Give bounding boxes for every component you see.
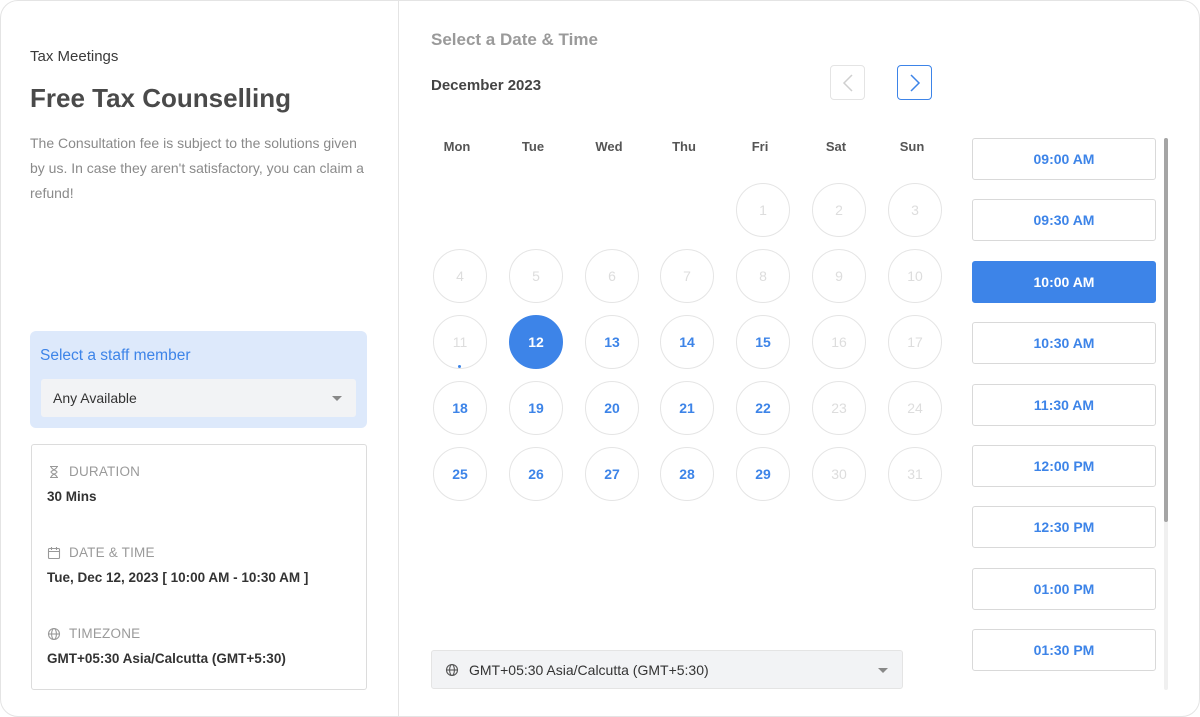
time-slot[interactable]: 11:30 AM (972, 383, 1156, 426)
weekday-label: Sun (899, 139, 925, 154)
calendar-day[interactable]: 27 (585, 447, 639, 501)
calendar-day-selected[interactable]: 12 (509, 315, 563, 369)
calendar-icon (47, 546, 61, 559)
booking-summary: DURATION 30 Mins DATE & TIME Tue, Dec 12… (31, 444, 367, 690)
calendar-day: 9 (812, 249, 866, 303)
hourglass-icon (50, 465, 58, 478)
timezone-select[interactable]: GMT+05:30 Asia/Calcutta (GMT+5:30) (431, 650, 903, 689)
calendar-day[interactable]: 29 (736, 447, 790, 501)
calendar-day[interactable]: 14 (660, 315, 714, 369)
weekday-label: Tue (521, 139, 545, 154)
time-slot[interactable]: 12:30 PM (972, 506, 1156, 549)
today-indicator (458, 365, 461, 368)
caret-down-icon (332, 396, 342, 401)
calendar-day[interactable]: 20 (585, 381, 639, 435)
calendar-day: 10 (888, 249, 942, 303)
time-slot[interactable]: 09:30 AM (972, 199, 1156, 242)
calendar-day: 17 (888, 315, 942, 369)
time-slot[interactable]: 01:00 PM (972, 567, 1156, 610)
timezone-select-value: GMT+05:30 Asia/Calcutta (GMT+5:30) (469, 662, 709, 678)
calendar-day: 8 (736, 249, 790, 303)
duration-label: DURATION (69, 464, 141, 479)
weekday-label: Mon (443, 139, 471, 154)
staff-section: Select a staff member Any Available (30, 331, 367, 428)
staff-label: Select a staff member (40, 347, 191, 364)
weekday-label: Sat (825, 139, 847, 154)
time-slot[interactable]: 09:00 AM (972, 138, 1156, 180)
weekday-label: Thu (672, 139, 696, 154)
globe-icon (47, 627, 61, 640)
time-slot[interactable]: 12:00 PM (972, 445, 1156, 487)
staff-select[interactable]: Any Available (41, 379, 356, 417)
chevron-left-icon (842, 73, 853, 92)
calendar-day: 4 (433, 249, 487, 303)
calendar-day[interactable]: 28 (660, 447, 714, 501)
calendar-day: 24 (888, 381, 942, 435)
month-label: December 2023 (431, 77, 542, 94)
slot-scrollbar-thumb[interactable] (1164, 138, 1168, 522)
event-info-panel: Tax Meetings Free Tax Counselling The Co… (1, 1, 398, 716)
calendar-day: 16 (812, 315, 866, 369)
timezone-label: TIMEZONE (69, 626, 141, 641)
time-slot[interactable]: 10:30 AM (972, 322, 1156, 365)
datetime-value: Tue, Dec 12, 2023 [ 10:00 AM - 10:30 AM … (47, 570, 309, 585)
time-slot-selected[interactable]: 10:00 AM (972, 260, 1156, 303)
calendar-day[interactable]: 22 (736, 381, 790, 435)
summary-timezone: TIMEZONE GMT+05:30 Asia/Calcutta (GMT+5:… (47, 626, 286, 666)
duration-value: 30 Mins (47, 489, 97, 504)
weekday-label: Wed (595, 139, 623, 154)
time-slot[interactable]: 01:30 PM (972, 629, 1156, 672)
event-category: Tax Meetings (30, 48, 119, 65)
summary-duration: DURATION 30 Mins (47, 464, 140, 504)
calendar-day: 5 (509, 249, 563, 303)
calendar-day: 31 (888, 447, 942, 501)
summary-datetime: DATE & TIME Tue, Dec 12, 2023 [ 10:00 AM… (47, 545, 308, 585)
section-heading: Select a Date & Time (431, 30, 598, 49)
calendar-day[interactable]: 26 (509, 447, 563, 501)
weekday-label: Fri (751, 139, 769, 154)
timezone-value: GMT+05:30 Asia/Calcutta (GMT+5:30) (47, 651, 286, 666)
booking-widget: Tax Meetings Free Tax Counselling The Co… (0, 0, 1200, 717)
calendar-day[interactable]: 25 (433, 447, 487, 501)
datetime-label: DATE & TIME (69, 545, 155, 560)
calendar-day: 6 (585, 249, 639, 303)
calendar-day: 2 (812, 183, 866, 237)
caret-down-icon (878, 668, 888, 673)
calendar-day: 1 (736, 183, 790, 237)
calendar-day: 11 (433, 315, 487, 369)
panel-divider (398, 1, 399, 716)
calendar-day[interactable]: 19 (509, 381, 563, 435)
calendar-day[interactable]: 15 (736, 315, 790, 369)
prev-month-button[interactable] (830, 65, 865, 100)
chevron-right-icon (909, 73, 920, 92)
next-month-button[interactable] (897, 65, 932, 100)
calendar-day: 23 (812, 381, 866, 435)
staff-select-value: Any Available (53, 390, 137, 406)
calendar-day[interactable]: 21 (660, 381, 714, 435)
calendar-day: 3 (888, 183, 942, 237)
calendar-day[interactable]: 13 (585, 315, 639, 369)
globe-icon (445, 663, 459, 677)
calendar-day: 7 (660, 249, 714, 303)
event-title: Free Tax Counselling (30, 83, 292, 113)
calendar-day: 30 (812, 447, 866, 501)
calendar-day[interactable]: 18 (433, 381, 487, 435)
event-description: The Consultation fee is subject to the s… (30, 135, 364, 201)
